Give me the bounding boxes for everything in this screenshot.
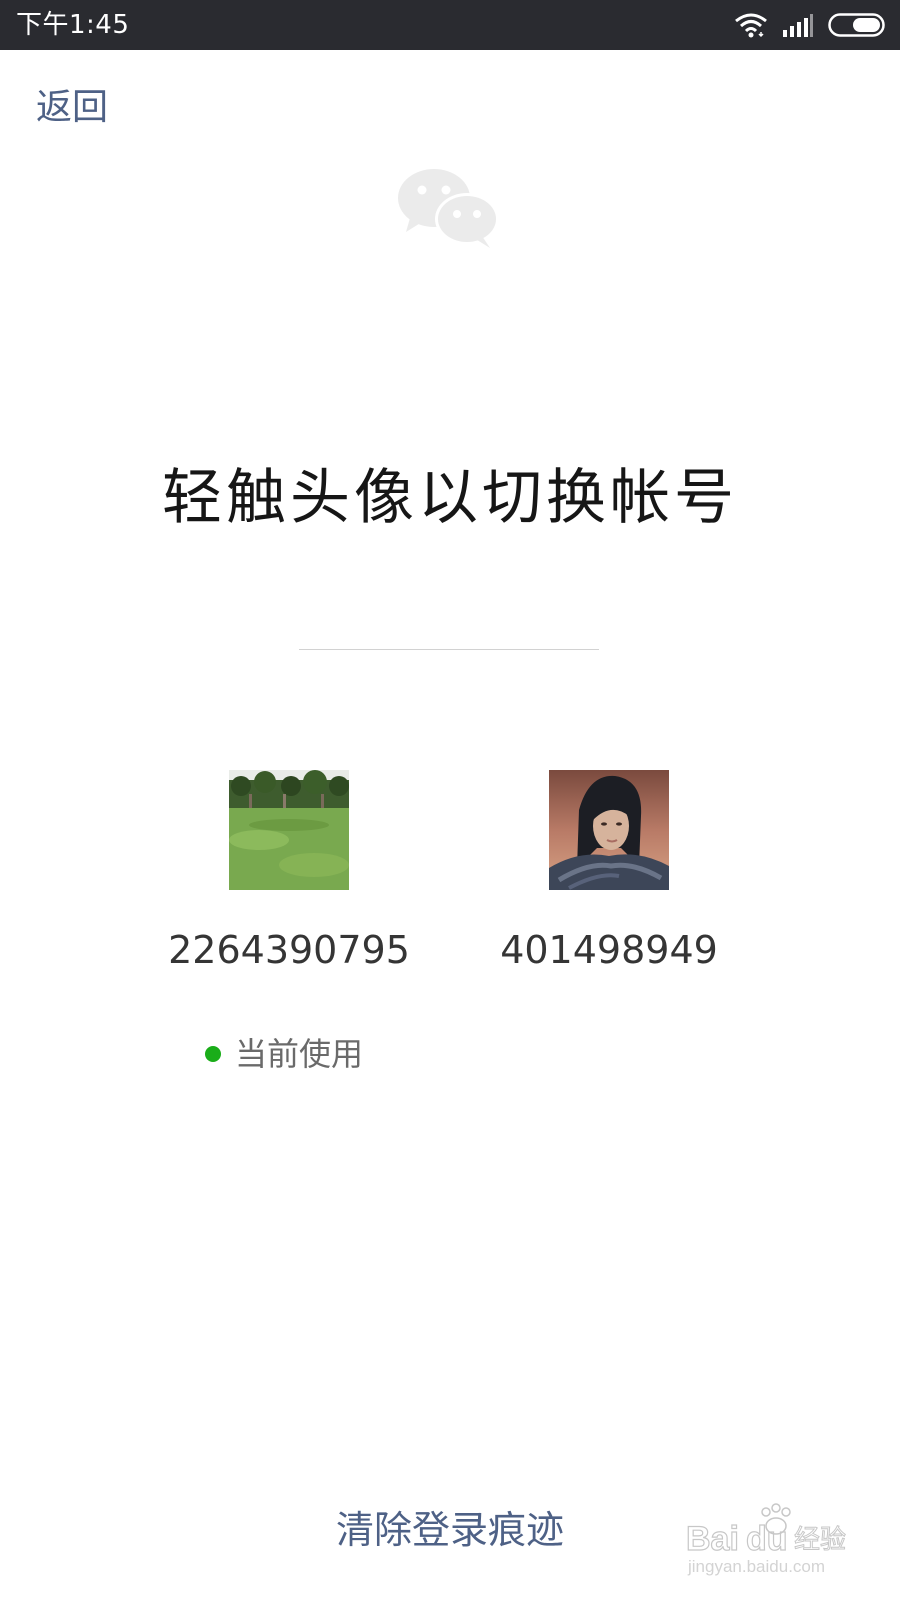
account-number: 2264390795 bbox=[168, 928, 410, 972]
account-item[interactable]: 2264390795 bbox=[129, 770, 449, 974]
svg-text:du: du bbox=[746, 1520, 788, 1558]
page-title: 轻触头像以切换帐号 bbox=[162, 463, 738, 533]
baidu-jingyan-watermark: Bai du 经验 jingyan.baidu.com bbox=[685, 1503, 847, 1576]
signal-icon bbox=[783, 14, 813, 37]
wechat-logo-icon bbox=[398, 169, 499, 248]
avatar[interactable] bbox=[229, 770, 349, 890]
svg-text:Bai: Bai bbox=[686, 1520, 739, 1558]
status-dot bbox=[205, 1046, 221, 1062]
account-number: 401498949 bbox=[500, 928, 718, 972]
current-account-indicator: 当前使用 bbox=[205, 1030, 363, 1078]
status-icons bbox=[734, 10, 888, 40]
current-label: 当前使用 bbox=[235, 1035, 364, 1073]
svg-text:jingyan.baidu.com: jingyan.baidu.com bbox=[687, 1557, 825, 1576]
status-time: 下午1:45 bbox=[16, 10, 130, 40]
svg-text:经验: 经验 bbox=[794, 1525, 846, 1555]
avatar[interactable] bbox=[549, 770, 669, 890]
back-button[interactable]: 返回 bbox=[36, 86, 108, 130]
status-bar: 下午1:45 bbox=[0, 0, 900, 50]
divider bbox=[299, 649, 599, 650]
wifi-icon bbox=[735, 13, 767, 38]
battery-icon bbox=[828, 13, 885, 37]
account-item[interactable]: 401498949 bbox=[449, 770, 769, 974]
